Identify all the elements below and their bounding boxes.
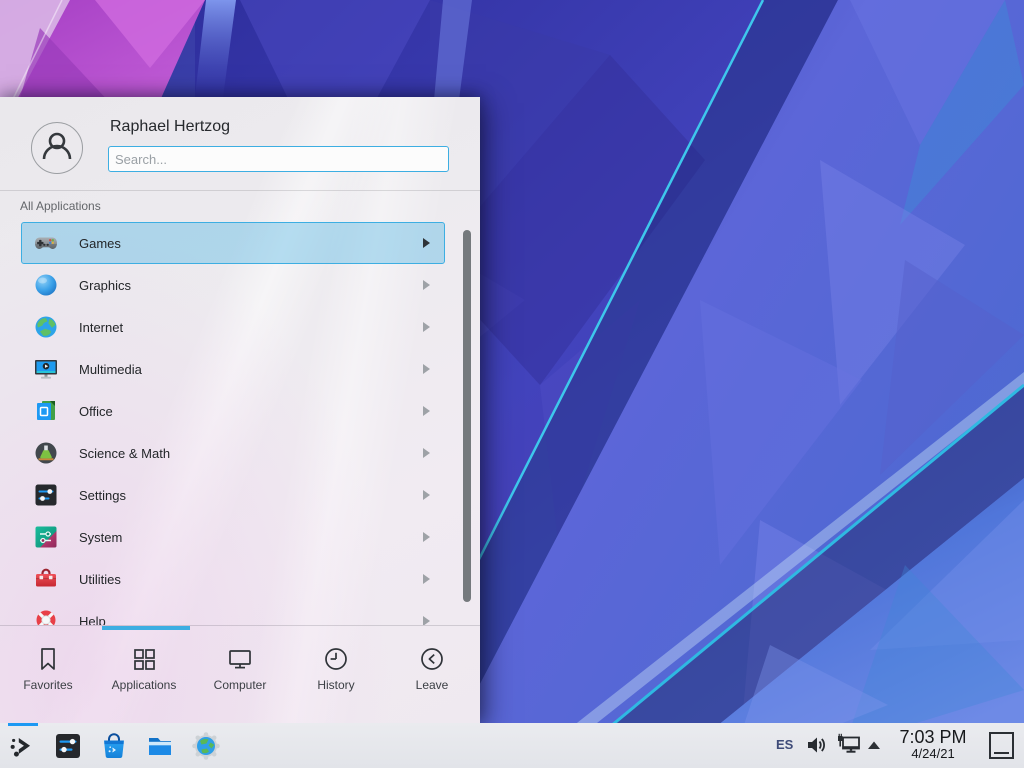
user-avatar[interactable] [31, 122, 83, 174]
category-row-internet[interactable]: Internet [21, 306, 445, 348]
web-browser-button[interactable] [190, 730, 222, 762]
kickoff-icon [7, 731, 37, 761]
tab-favorites[interactable]: Favorites [0, 626, 96, 723]
submenu-arrow-icon [423, 238, 430, 248]
documents-icon [33, 398, 59, 424]
category-label: Settings [79, 488, 126, 503]
submenu-arrow-icon [423, 322, 430, 332]
gamepad-icon [33, 230, 59, 256]
tab-applications[interactable]: Applications [96, 626, 192, 723]
tab-computer[interactable]: Computer [192, 626, 288, 723]
category-label: Office [79, 404, 113, 419]
clock-icon [322, 645, 350, 673]
category-row-utilities[interactable]: Utilities [21, 558, 445, 600]
category-row-multimedia[interactable]: Multimedia [21, 348, 445, 390]
monitor-play-icon [33, 356, 59, 382]
volume-icon[interactable] [805, 733, 829, 757]
category-label: Internet [79, 320, 123, 335]
user-name: Raphael Hertzog [110, 118, 230, 136]
submenu-arrow-icon [423, 364, 430, 374]
show-desktop-button[interactable] [989, 732, 1014, 759]
category-row-science[interactable]: Science & Math [21, 432, 445, 474]
application-launcher-button[interactable] [6, 730, 38, 762]
category-label: Multimedia [79, 362, 142, 377]
keyboard-layout-indicator[interactable]: ES [776, 737, 793, 752]
tab-label: Favorites [23, 678, 72, 692]
tab-label: Leave [416, 678, 449, 692]
digital-clock[interactable]: 7:03 PM 4/24/21 [886, 727, 980, 761]
grid-icon [130, 645, 158, 673]
globe-gear-icon [191, 731, 221, 761]
lifebuoy-icon [33, 608, 59, 625]
submenu-arrow-icon [423, 448, 430, 458]
category-label: Science & Math [79, 446, 170, 461]
user-icon [35, 126, 79, 170]
bookmark-icon [34, 645, 62, 673]
system-settings-button[interactable] [52, 730, 84, 762]
expand-tray-icon[interactable] [866, 739, 882, 751]
active-tab-indicator [102, 626, 190, 630]
category-row-system[interactable]: System [21, 516, 445, 558]
folder-icon [145, 731, 175, 761]
section-label: All Applications [20, 199, 101, 213]
category-label: Games [79, 236, 121, 251]
launcher-tabbar: Favorites Applications Computer [0, 625, 480, 723]
submenu-arrow-icon [423, 406, 430, 416]
tab-label: Computer [214, 678, 267, 692]
flask-icon [33, 440, 59, 466]
tab-label: Applications [112, 678, 177, 692]
submenu-arrow-icon [423, 532, 430, 542]
discover-button[interactable] [98, 730, 130, 762]
network-icon[interactable] [836, 733, 862, 759]
desktop-screen: Raphael Hertzog All Applications Games [0, 0, 1024, 768]
leave-icon [418, 645, 446, 673]
system-settings-icon [53, 731, 83, 761]
sphere-icon [33, 272, 59, 298]
submenu-arrow-icon [423, 280, 430, 290]
submenu-arrow-icon [423, 616, 430, 625]
submenu-arrow-icon [423, 490, 430, 500]
clock-date: 4/24/21 [886, 747, 980, 761]
header-separator [0, 190, 480, 191]
discover-icon [99, 731, 129, 761]
category-row-graphics[interactable]: Graphics [21, 264, 445, 306]
launcher-active-indicator [8, 723, 38, 726]
globe-icon [33, 314, 59, 340]
list-scrollbar[interactable] [463, 230, 471, 602]
taskbar-panel: ES 7:03 PM 4/24/21 [0, 723, 1024, 768]
search-input[interactable] [108, 146, 449, 172]
toolbox-icon [33, 566, 59, 592]
launcher-header: Raphael Hertzog [0, 97, 480, 190]
tab-history[interactable]: History [288, 626, 384, 723]
sliders-icon [33, 482, 59, 508]
file-manager-button[interactable] [144, 730, 176, 762]
category-label: Utilities [79, 572, 121, 587]
category-row-office[interactable]: Office [21, 390, 445, 432]
category-label: Help [79, 614, 106, 626]
tab-label: History [317, 678, 354, 692]
system-sliders-icon [33, 524, 59, 550]
category-list: Games Graphics [0, 222, 480, 625]
application-launcher-menu: Raphael Hertzog All Applications Games [0, 97, 480, 723]
category-row-settings[interactable]: Settings [21, 474, 445, 516]
computer-icon [226, 645, 254, 673]
category-label: Graphics [79, 278, 131, 293]
submenu-arrow-icon [423, 574, 430, 584]
tab-leave[interactable]: Leave [384, 626, 480, 723]
category-row-games[interactable]: Games [21, 222, 445, 264]
clock-time: 7:03 PM [886, 727, 980, 747]
category-row-help[interactable]: Help [21, 600, 445, 625]
category-label: System [79, 530, 122, 545]
